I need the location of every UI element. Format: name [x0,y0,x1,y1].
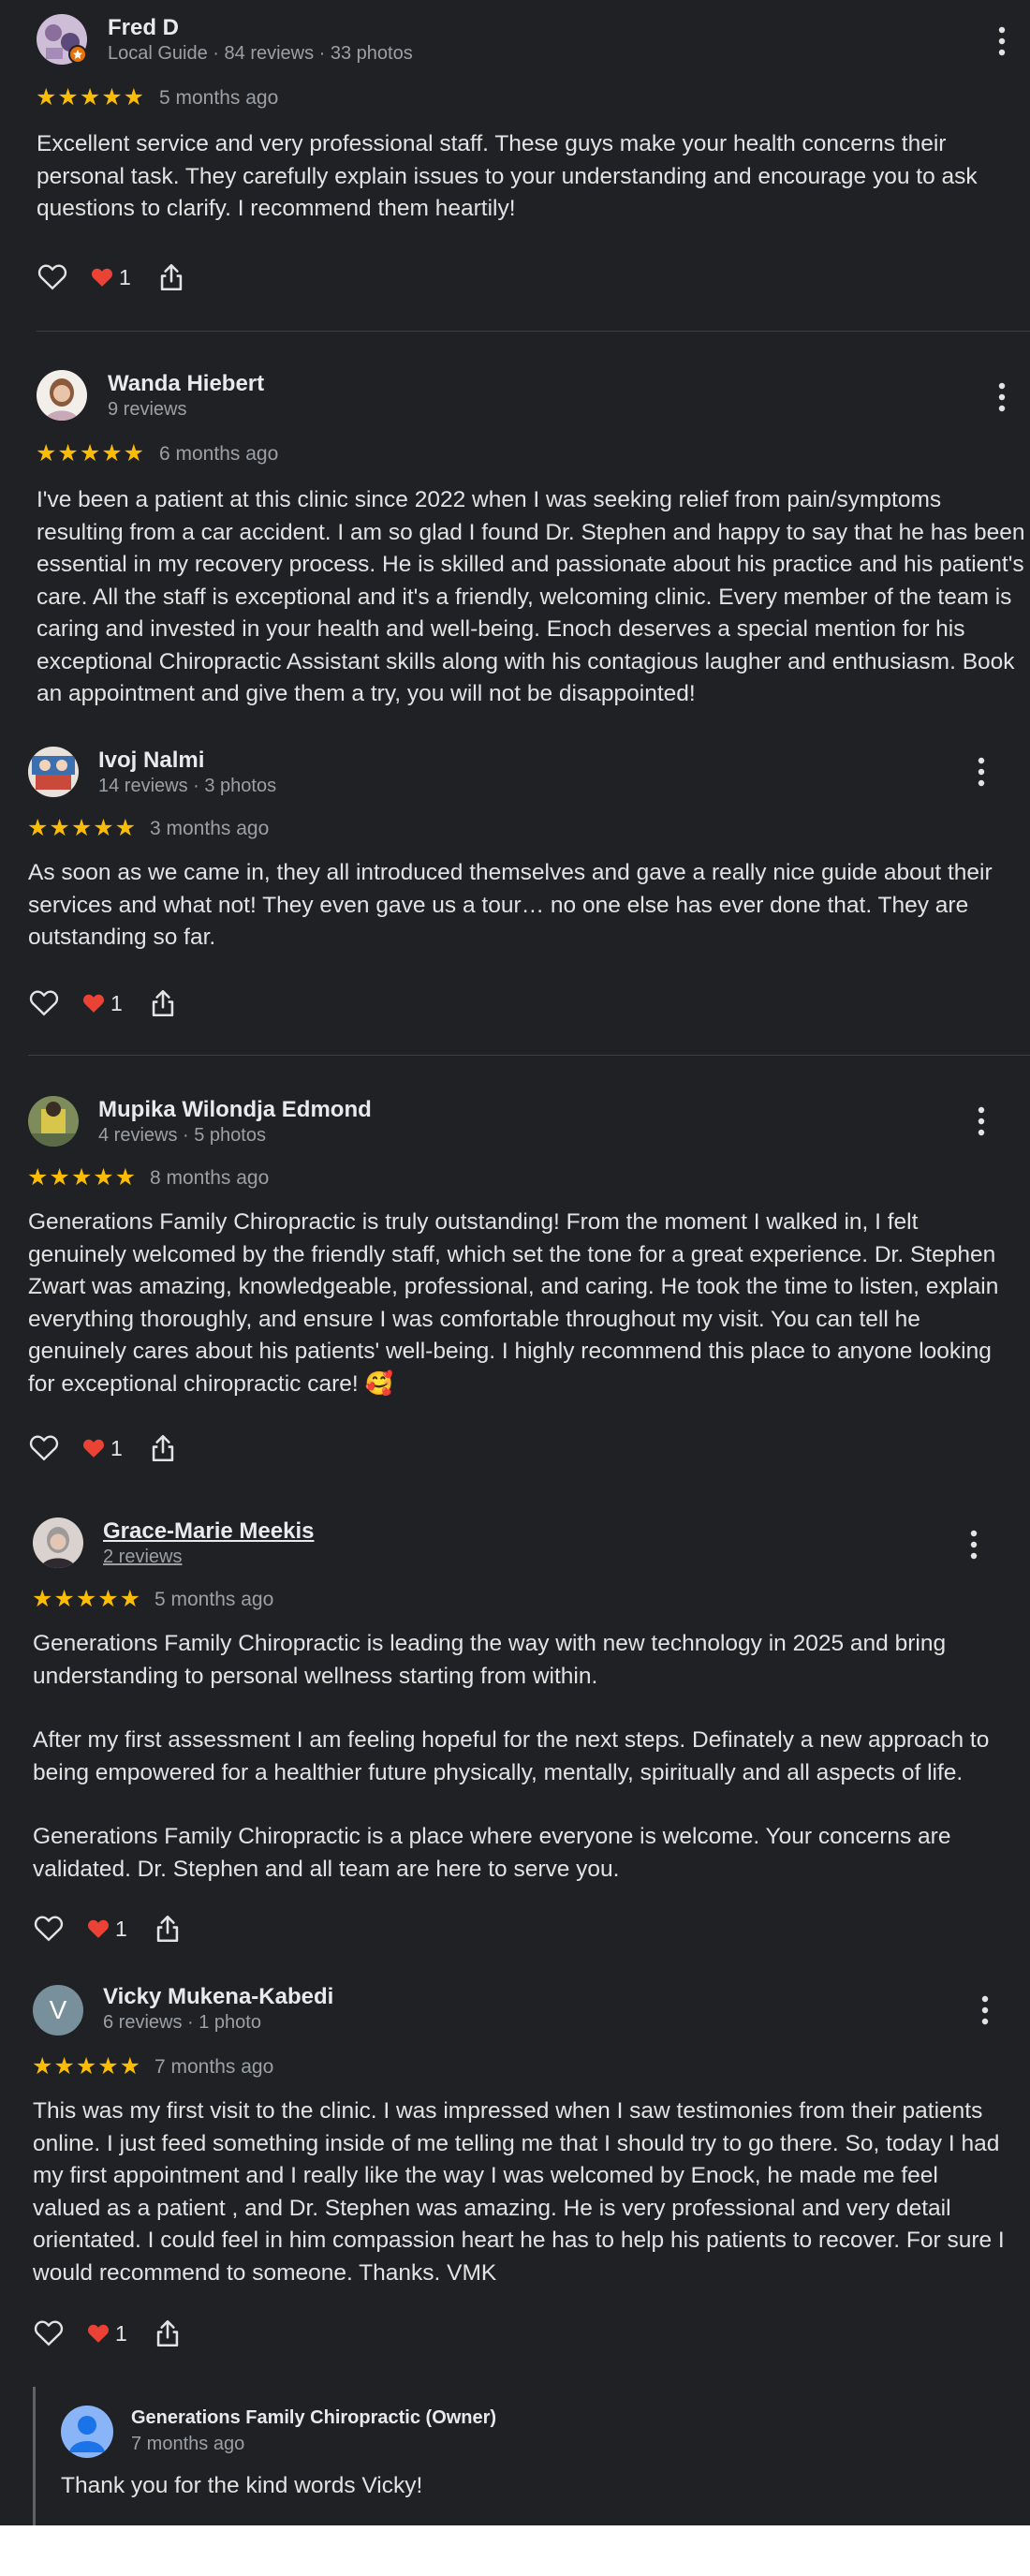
review-text: Generations Family Chiropractic is leadi… [33,1628,997,1886]
reaction-count: 1 [115,1917,127,1941]
star-rating: ★★★★★ [27,1164,138,1191]
heart-outline-icon[interactable] [27,1430,61,1469]
star-rating: ★★★★★ [32,2053,142,2080]
heart-outline-icon[interactable] [32,1911,66,1949]
owner-reply: Generations Family Chiropractic (Owner) … [33,2387,1030,2525]
review-time: 7 months ago [154,2056,274,2078]
review-divider [37,331,1030,332]
reviews-page: Fred D Local Guide · 84 reviews · 33 pho… [0,0,1030,2525]
share-icon[interactable] [152,1913,184,1949]
reaction-count: 1 [115,2321,127,2346]
reaction-count: 1 [110,1436,123,1460]
owner-reply-time: 7 months ago [131,2434,245,2454]
local-guide-badge-icon [68,45,87,64]
review-card: Grace-Marie Meekis 2 reviews ★★★★★ 5 mon… [0,1503,1030,1972]
heart-reaction-icon[interactable] [90,265,114,292]
reviewer-name[interactable]: Mupika Wilondja Edmond [98,1097,372,1123]
reviewer-avatar[interactable] [28,747,79,797]
more-vert-icon[interactable] [964,1528,983,1562]
reviewer-meta[interactable]: 9 reviews [108,399,186,421]
review-card: Ivoj Nalmi 14 reviews · 3 photos ★★★★★ 3… [0,733,1030,1056]
review-actions: 1 [27,985,214,1023]
review-actions: 1 [32,1911,219,1948]
more-vert-icon[interactable] [976,1993,994,2027]
reviewer-meta[interactable]: 14 reviews · 3 photos [98,776,276,797]
review-divider [28,1055,1030,1056]
star-rating: ★★★★★ [36,440,146,466]
reviewer-name[interactable]: Fred D [108,15,179,41]
reviewer-name[interactable]: Ivoj Nalmi [98,748,204,774]
star-rating: ★★★★★ [32,1586,142,1612]
avatar-letter: V [49,1995,67,2024]
heart-outline-icon[interactable] [32,2316,66,2354]
review-time: 6 months ago [159,443,279,465]
reviewer-meta[interactable]: Local Guide · 84 reviews · 33 photos [108,43,413,65]
review-paragraph: After my first assessment I am feeling h… [33,1727,990,1785]
more-vert-icon[interactable] [972,1104,991,1138]
reviewer-meta[interactable]: 6 reviews · 1 photo [103,2012,261,2034]
review-text: This was my first visit to the clinic. I… [33,2095,1011,2289]
reviewer-avatar[interactable] [33,1517,83,1568]
review-card: V Vicky Mukena-Kabedi 6 reviews · 1 phot… [0,1971,1030,2525]
owner-name: Generations Family Chiropractic (Owner) [131,2407,497,2428]
review-text: I've been a patient at this clinic since… [37,484,1030,711]
reviewer-avatar[interactable]: V [33,1985,83,2036]
reviewer-name[interactable]: Vicky Mukena-Kabedi [103,1984,333,2010]
reaction-count: 1 [110,991,123,1015]
reviewer-meta[interactable]: 4 reviews · 5 photos [98,1125,266,1147]
star-rating: ★★★★★ [36,84,146,111]
heart-outline-icon[interactable] [36,259,69,298]
owner-avatar [61,2406,113,2458]
review-card: Mupika Wilondja Edmond 4 reviews · 5 pho… [0,1082,1030,1513]
review-paragraph: Generations Family Chiropractic is leadi… [33,1631,947,1689]
review-paragraph: Excellent service and very professional … [37,131,978,221]
more-vert-icon[interactable] [993,380,1011,414]
reviewer-meta[interactable]: 2 reviews [103,1547,182,1568]
review-paragraph: Generations Family Chiropractic is a pla… [33,1824,951,1882]
review-time: 8 months ago [150,1167,270,1189]
heart-reaction-icon[interactable] [86,1917,110,1944]
heart-reaction-icon[interactable] [81,1436,106,1463]
review-paragraph: As soon as we came in, they all introduc… [28,860,993,950]
share-icon[interactable] [147,1432,179,1469]
review-card: Fred D Local Guide · 84 reviews · 33 pho… [0,0,1030,332]
review-time: 5 months ago [159,87,279,109]
heart-reaction-icon[interactable] [81,991,106,1018]
review-time: 5 months ago [154,1589,274,1610]
review-actions: 1 [36,259,223,297]
review-text: Excellent service and very professional … [37,128,992,226]
star-rating: ★★★★★ [27,815,138,841]
more-vert-icon[interactable] [993,24,1011,58]
reviewer-name[interactable]: Grace-Marie Meekis [103,1518,314,1545]
owner-reply-text: Thank you for the kind words Vicky! [61,2473,423,2498]
review-paragraph: I've been a patient at this clinic since… [37,487,1025,706]
heart-outline-icon[interactable] [27,985,61,1024]
reviewer-name[interactable]: Wanda Hiebert [108,371,264,397]
share-icon[interactable] [147,987,179,1024]
review-paragraph: Generations Family Chiropractic is truly… [28,1209,999,1397]
reaction-count: 1 [119,265,131,289]
review-text: As soon as we came in, they all introduc… [28,857,993,955]
review-time: 3 months ago [150,818,270,839]
reviewer-avatar[interactable] [37,370,87,421]
share-icon[interactable] [155,261,187,298]
reviewer-avatar[interactable] [28,1096,79,1147]
review-card: Wanda Hiebert 9 reviews ★★★★★ 6 months a… [0,356,1030,731]
share-icon[interactable] [152,2317,184,2354]
review-actions: 1 [32,2316,219,2353]
heart-reaction-icon[interactable] [86,2321,110,2348]
review-text: Generations Family Chiropractic is truly… [28,1207,1019,1400]
review-actions: 1 [27,1430,214,1468]
review-paragraph: This was my first visit to the clinic. I… [33,2098,1005,2286]
more-vert-icon[interactable] [972,755,991,789]
